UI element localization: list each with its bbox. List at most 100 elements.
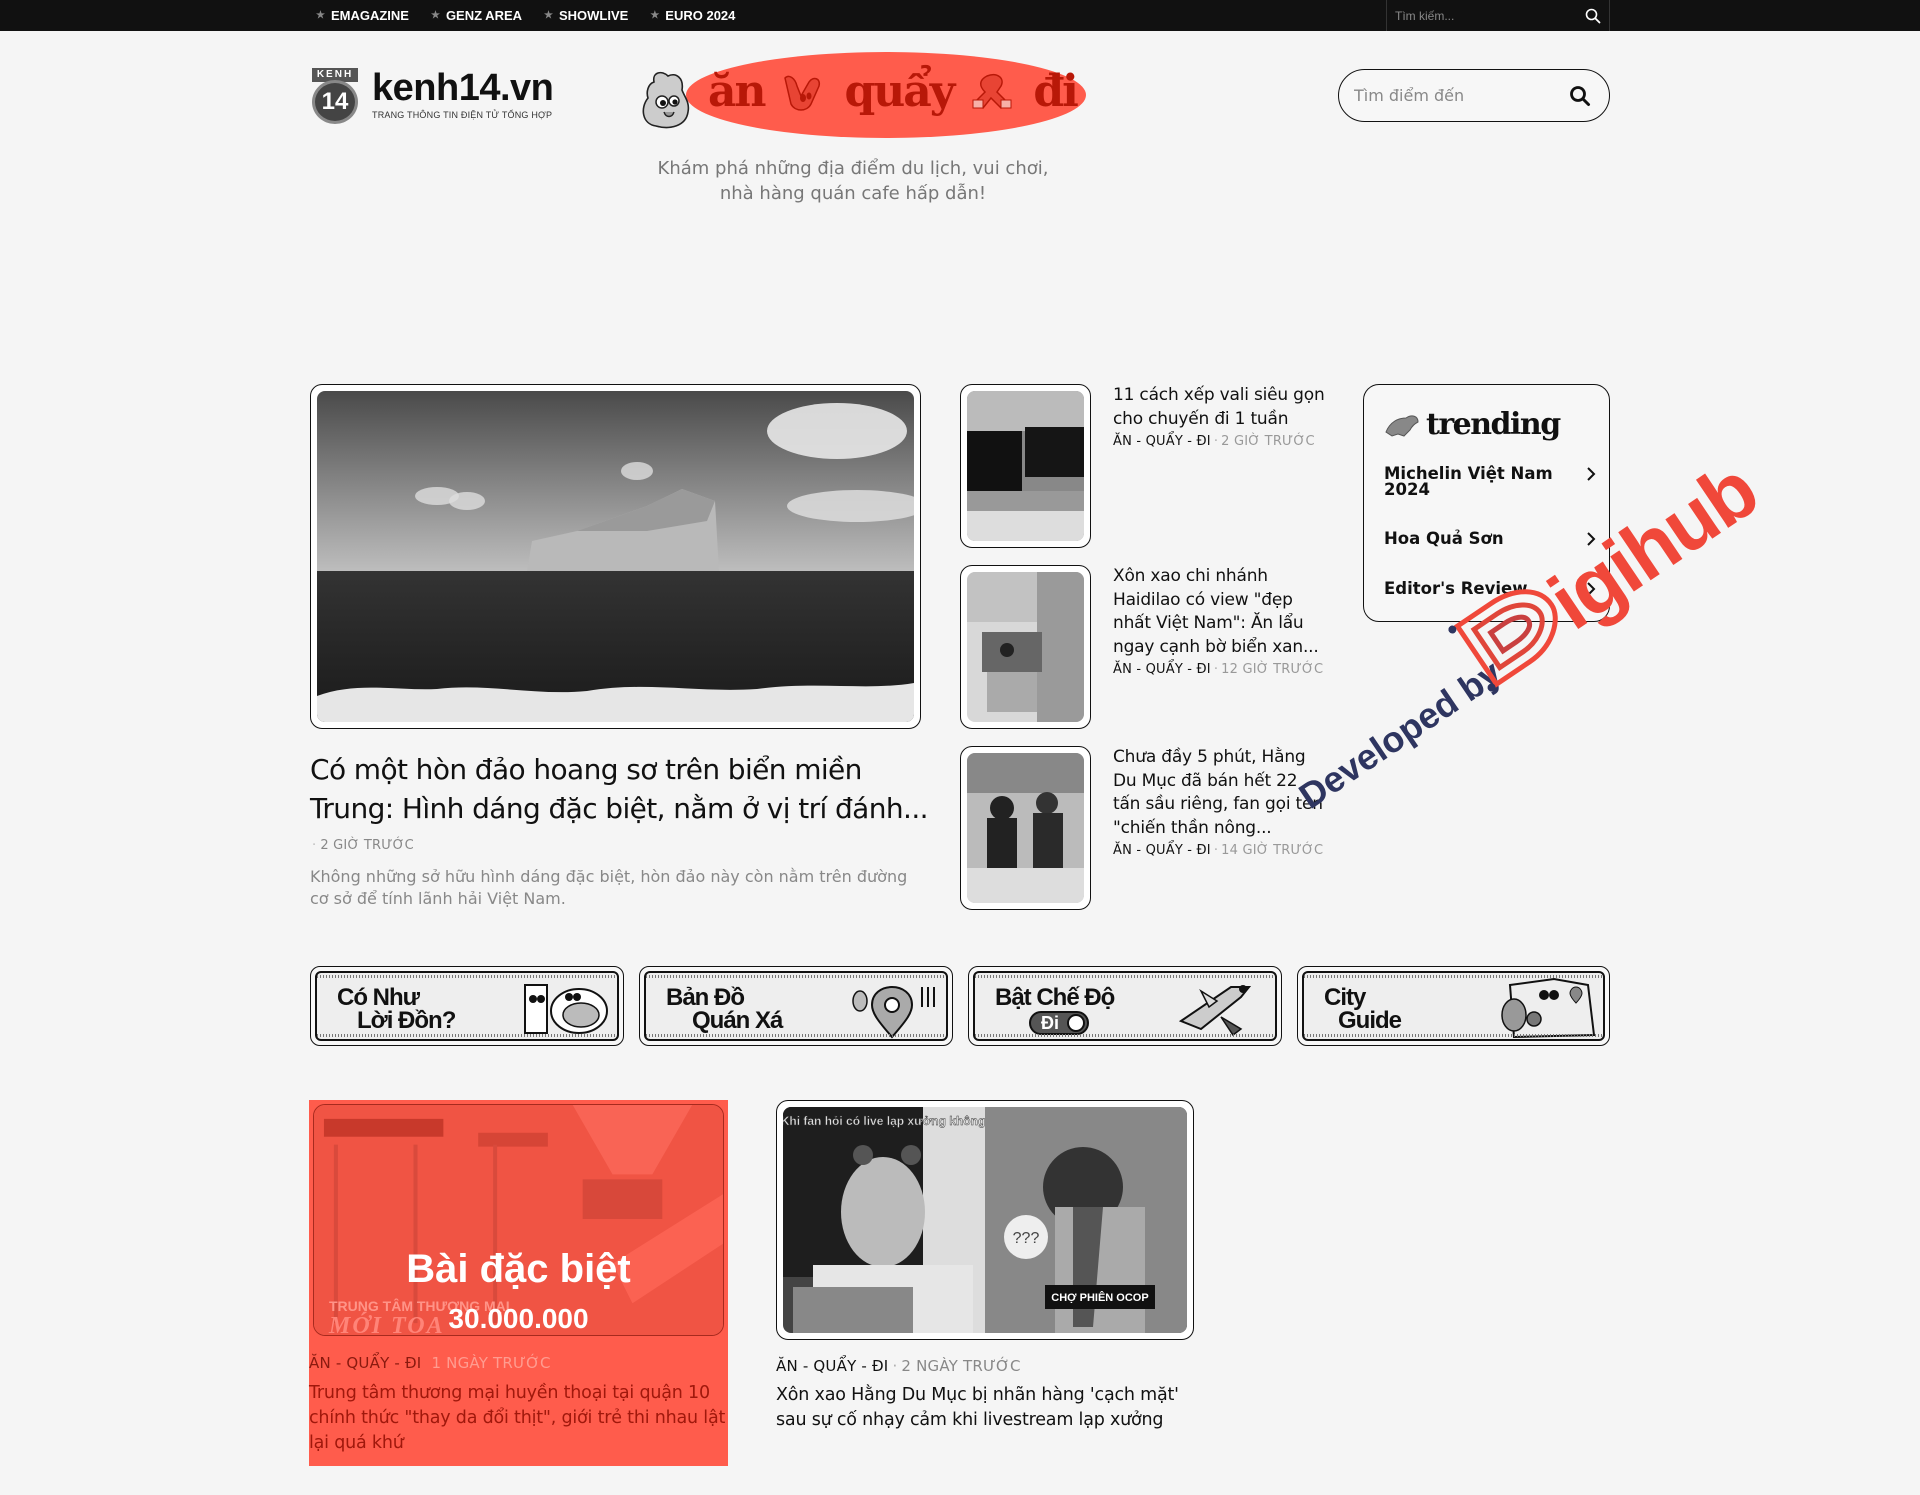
mascot-icon — [642, 71, 690, 129]
category-link[interactable]: ĂN - QUẨY - ĐI — [309, 1354, 421, 1372]
overlay-caption: Khi fan hỏi có live lạp xưởng không — [783, 1114, 985, 1128]
category-link[interactable]: ĂN - QUẨY - ĐI — [776, 1357, 888, 1375]
legs-icon — [972, 73, 1012, 109]
search-icon[interactable] — [1569, 85, 1591, 107]
banner-title-line-1: Bật Chế Độ — [995, 984, 1115, 1011]
banner-inner: City Guide — [1302, 971, 1605, 1041]
banner-ban-do-quan-xa[interactable]: Bản Đồ Quán Xá — [639, 966, 953, 1046]
subtitle-line-1: Khám phá những địa điểm du lịch, vui chơ… — [657, 158, 1049, 179]
side-article-title[interactable]: 11 cách xếp vali siêu gọn cho chuyến đi … — [1113, 384, 1328, 431]
star-icon: ★ — [650, 10, 660, 21]
side-article-info: 11 cách xếp vali siêu gọn cho chuyến đi … — [1113, 384, 1328, 449]
subtitle-line-2: nhà hàng quán cafe hấp dẫn! — [719, 183, 987, 204]
topnav-item-showlive[interactable]: ★ SHOWLIVE — [544, 8, 628, 23]
side-article: Xôn xao chi nhánh Haidilao có view "đẹp … — [960, 565, 1330, 730]
category-link[interactable]: ĂN - QUẨY - ĐI — [1113, 434, 1211, 449]
side-article-thumbnail[interactable] — [960, 746, 1091, 910]
destination-search — [1338, 69, 1610, 122]
banner-city-guide[interactable]: City Guide — [1297, 966, 1610, 1046]
trending-header: trending — [1384, 407, 1561, 442]
category-link[interactable]: ĂN - QUẨY - ĐI — [1113, 662, 1211, 677]
article-time: 14 GIỜ TRƯỚC — [1221, 843, 1324, 858]
featured-title[interactable]: Có một hòn đảo hoang sơ trên biển miền T… — [310, 750, 930, 828]
trending-item-michelin[interactable]: Michelin Việt Nam 2024 — [1384, 464, 1596, 499]
special-article-card: TRUNG TÂM THƯƠNG MẠI MỚI TOA Bài đặc biệ… — [309, 1100, 728, 1466]
cup-and-plate-icon — [524, 984, 608, 1034]
top-search-input[interactable] — [1395, 8, 1585, 23]
section-subtitle: Khám phá những địa điểm du lịch, vui chơ… — [600, 156, 1106, 206]
side-article-thumbnail[interactable] — [960, 565, 1091, 729]
logo-tagline: TRANG THÔNG TIN ĐIỆN TỬ TỔNG HỢP — [372, 110, 553, 120]
star-icon: ★ — [544, 10, 553, 21]
separator-dot: · — [1213, 662, 1219, 677]
trending-item-label: Editor's Review — [1384, 579, 1528, 598]
overlay-bubble: ??? — [1013, 1230, 1040, 1247]
topnav-label: GENZ AREA — [445, 8, 523, 23]
toggle-label: Đi — [1041, 1012, 1059, 1033]
article-time: 2 NGÀY TRƯỚC — [901, 1357, 1021, 1375]
side-article-thumbnail[interactable] — [960, 384, 1091, 548]
destination-search-input[interactable] — [1354, 86, 1569, 105]
suitcase-photo — [967, 391, 1084, 541]
livestream-photo: ??? CHỢ PHIÊN OCOP Khi fan hỏi có live l… — [783, 1107, 1187, 1333]
side-article-info: Chưa đầy 5 phút, Hằng Du Mục đã bán hết … — [1113, 746, 1328, 858]
category-link[interactable]: ĂN - QUẨY - ĐI — [1113, 843, 1211, 858]
durian-sellers-photo — [967, 753, 1084, 903]
topnav-item-genz-area[interactable]: ★ GENZ AREA — [431, 8, 522, 23]
star-icon: ★ — [316, 10, 325, 21]
featured-image[interactable] — [310, 384, 921, 729]
side-article: 11 cách xếp vali siêu gọn cho chuyến đi … — [960, 384, 1330, 549]
banner-title-line-2: Lời Đồn? — [357, 1007, 456, 1034]
special-article-title[interactable]: Trung tâm thương mại huyền thoại tại quậ… — [309, 1381, 728, 1456]
banner-bat-che-do-di[interactable]: Bật Chế Độ Đi — [968, 966, 1282, 1046]
trending-item-editors-review[interactable]: Editor's Review — [1384, 579, 1596, 598]
logo-name: kenh14.vn — [372, 67, 554, 109]
chevron-right-icon — [1587, 582, 1596, 596]
separator-dot: · — [1213, 843, 1219, 858]
topnav-item-emagazine[interactable]: ★ EMAGAZINE — [316, 8, 409, 23]
trending-box: trending Michelin Việt Nam 2024 Hoa Quả … — [1363, 384, 1610, 622]
side-article-title[interactable]: Chưa đầy 5 phút, Hằng Du Mục đã bán hết … — [1113, 746, 1328, 840]
city-map-icon — [1501, 977, 1596, 1039]
trending-item-label: Hoa Quả Sơn — [1384, 529, 1504, 548]
special-article-meta: ĂN - QUẨY - ĐI 1 NGÀY TRƯỚC — [309, 1354, 551, 1372]
brand-words: ăn quẩy đi — [708, 66, 1079, 117]
restaurant-photo — [967, 572, 1084, 722]
section-brand-logo[interactable]: ăn quẩy đi — [638, 50, 1086, 138]
article-card-meta: ĂN - QUẨY - ĐI · 2 NGÀY TRƯỚC — [776, 1357, 1196, 1375]
banner-inner: Bản Đồ Quán Xá — [644, 971, 948, 1041]
map-pin-mascot-icon — [852, 985, 935, 1039]
top-nav: ★ EMAGAZINE ★ GENZ AREA ★ SHOWLIVE ★ EURO 20… — [316, 0, 735, 31]
topnav-item-euro-2024[interactable]: ★ EURO 2024 — [650, 8, 735, 23]
special-article-image[interactable]: TRUNG TÂM THƯƠNG MẠI MỚI TOA Bài đặc biệ… — [313, 1104, 724, 1336]
side-article-meta: ĂN - QUẨY - ĐI · 12 GIỜ TRƯỚC — [1113, 662, 1328, 677]
side-article: Chưa đầy 5 phút, Hằng Du Mục đã bán hết … — [960, 746, 1330, 911]
toggle-graphic: Đi — [1029, 1011, 1089, 1035]
article-time: 12 GIỜ TRƯỚC — [1221, 662, 1324, 677]
side-article-title[interactable]: Xôn xao chi nhánh Haidilao có view "đẹp … — [1113, 565, 1328, 659]
separator-dot: · — [892, 1357, 898, 1375]
brand-word-quay: quẩy — [844, 66, 956, 117]
special-badge-title: Bài đặc biệt — [406, 1247, 631, 1291]
logo-badge-number: 14 — [312, 80, 358, 124]
top-search — [1386, 0, 1610, 31]
article-card-thumbnail[interactable]: ??? CHỢ PHIÊN OCOP Khi fan hỏi có live l… — [776, 1100, 1194, 1340]
article-card-title[interactable]: Xôn xao Hằng Du Mục bị nhãn hàng 'cạch m… — [776, 1383, 1196, 1433]
star-icon: ★ — [430, 10, 440, 21]
peace-hand-icon — [783, 75, 820, 111]
separator-dot: · — [1213, 434, 1219, 449]
article-time: 1 NGÀY TRƯỚC — [431, 1354, 551, 1372]
trending-item-hoa-qua-son[interactable]: Hoa Quả Sơn — [1384, 529, 1596, 548]
banner-title-line-1: Bản Đồ — [666, 984, 745, 1011]
article-card: ??? CHỢ PHIÊN OCOP Khi fan hỏi có live l… — [776, 1100, 1196, 1433]
side-article-meta: ĂN - QUẨY - ĐI · 14 GIỜ TRƯỚC — [1113, 843, 1328, 858]
banner-inner: Có Như Lời Đồn? — [315, 971, 619, 1041]
topnav-label: SHOWLIVE — [558, 8, 629, 23]
featured-summary: Không những sở hữu hình dáng đặc biệt, h… — [310, 867, 908, 908]
banner-co-nhu-loi-don[interactable]: Có Như Lời Đồn? — [310, 966, 624, 1046]
side-article-meta: ĂN - QUẨY - ĐI · 2 GIỜ TRƯỚC — [1113, 434, 1328, 449]
search-icon[interactable] — [1585, 8, 1601, 24]
trending-item-label: Michelin Việt Nam 2024 — [1384, 464, 1553, 499]
site-logo[interactable]: KENH 14 kenh14.vn TRANG THÔNG TIN ĐIỆN T… — [310, 67, 554, 124]
banner-title-line-1: Có Như — [337, 984, 420, 1011]
